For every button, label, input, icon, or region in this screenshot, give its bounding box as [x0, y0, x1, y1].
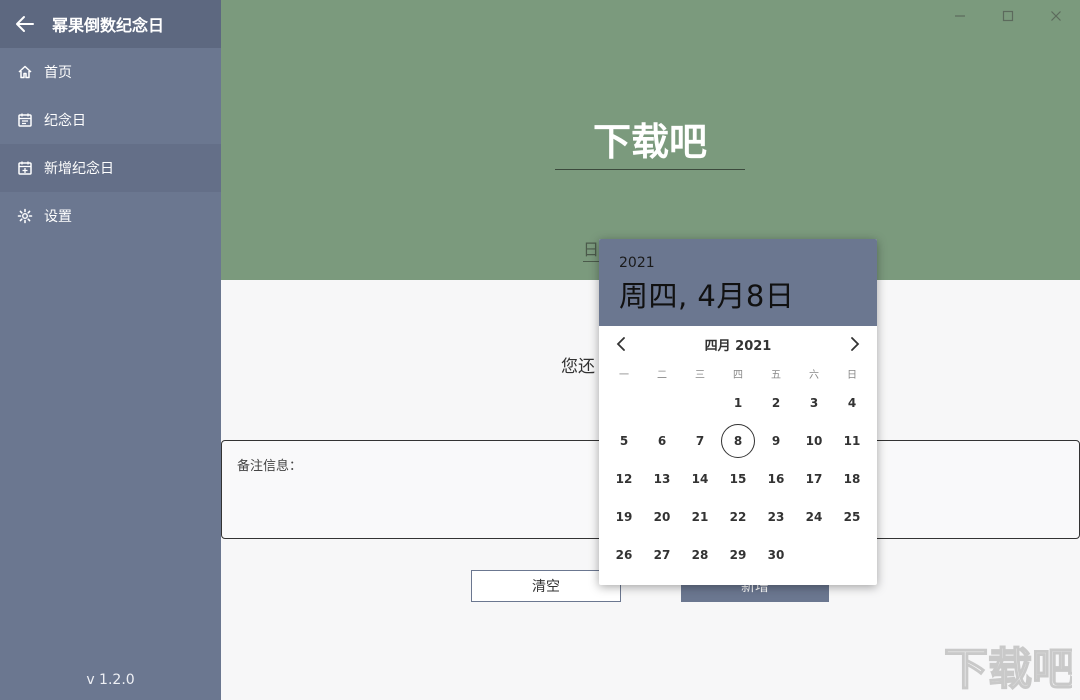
chevron-right-icon — [851, 337, 860, 351]
calendar-day[interactable]: 12 — [605, 460, 643, 498]
sidebar-item-add-anniversary[interactable]: 新增纪念日 — [0, 144, 221, 192]
sidebar-item-home[interactable]: 首页 — [0, 48, 221, 96]
calendar-blank-cell — [681, 384, 719, 422]
calendar-day[interactable]: 13 — [643, 460, 681, 498]
svg-text:下载吧: 下载吧 — [944, 644, 1072, 695]
maximize-icon — [1002, 10, 1014, 22]
minimize-button[interactable] — [936, 0, 984, 32]
weekday-label: 五 — [771, 369, 781, 381]
calendar-days-grid: 1 2 3 4 5 6 7 8 9 10 11 12 13 14 15 16 17 18 19 20 21 22 23 24 2… — [599, 384, 877, 574]
anniversary-name-input[interactable]: 下载吧 — [555, 118, 745, 170]
weekday-header: 一二三四五六日 — [599, 362, 877, 384]
window-controls — [936, 0, 1080, 32]
close-button[interactable] — [1032, 0, 1080, 32]
watermark-logo: 下载吧 — [942, 636, 1077, 696]
weekday-label: 一 — [619, 369, 629, 381]
calendar-day[interactable]: 18 — [833, 460, 871, 498]
calendar-day[interactable]: 30 — [757, 536, 795, 574]
calendar-day[interactable]: 26 — [605, 536, 643, 574]
app-title: 幂果倒数纪念日 — [52, 16, 165, 35]
sidebar-header: 幂果倒数纪念日 — [0, 0, 221, 48]
picker-year[interactable]: 2021 — [619, 255, 877, 271]
sidebar-item-settings[interactable]: 设置 — [0, 192, 221, 240]
calendar-day[interactable]: 20 — [643, 498, 681, 536]
back-arrow-icon[interactable] — [14, 13, 36, 35]
sidebar-nav: 首页 纪念日 新增纪念日 设置 — [0, 48, 221, 240]
calendar-day[interactable]: 10 — [795, 422, 833, 460]
minimize-icon — [955, 15, 965, 17]
calendar-day[interactable]: 11 — [833, 422, 871, 460]
chevron-left-icon — [616, 337, 625, 351]
sidebar-item-anniversaries[interactable]: 纪念日 — [0, 96, 221, 144]
notes-label: 备注信息： — [237, 459, 303, 474]
calendar-day[interactable]: 24 — [795, 498, 833, 536]
date-picker-popup: 2021 周四, 4月8日 四月 2021 一二三四五六日 1234567891… — [599, 239, 877, 585]
calendar-day[interactable]: 29 — [719, 536, 757, 574]
calendar-day[interactable]: 5 — [605, 422, 643, 460]
prev-month-button[interactable] — [613, 336, 629, 352]
calendar-day[interactable]: 1 — [719, 384, 757, 422]
calendar-day[interactable]: 4 — [833, 384, 871, 422]
calendar-blank-cell — [605, 384, 643, 422]
calendar-icon — [16, 111, 34, 129]
close-icon — [1051, 11, 1061, 21]
weekday-label: 四 — [733, 369, 743, 381]
weekday-label: 日 — [847, 369, 857, 381]
hero-header: 下载吧 日期 — [221, 0, 1080, 280]
weekday-label: 三 — [695, 369, 705, 381]
calendar-day[interactable]: 3 — [795, 384, 833, 422]
calendar-day[interactable]: 2 — [757, 384, 795, 422]
gear-icon — [16, 207, 34, 225]
home-icon — [16, 63, 34, 81]
calendar-day[interactable]: 7 — [681, 422, 719, 460]
sidebar-item-label: 纪念日 — [44, 113, 86, 129]
calendar-day[interactable]: 21 — [681, 498, 719, 536]
calendar-day[interactable]: 28 — [681, 536, 719, 574]
picker-selected-date: 周四, 4月8日 — [619, 279, 795, 313]
calendar-day[interactable]: 23 — [757, 498, 795, 536]
calendar-day[interactable]: 14 — [681, 460, 719, 498]
calendar-day[interactable]: 22 — [719, 498, 757, 536]
calendar-blank-cell — [643, 384, 681, 422]
next-month-button[interactable] — [847, 336, 863, 352]
calendar-day[interactable]: 9 — [757, 422, 795, 460]
calendar-day-selected[interactable]: 8 — [719, 422, 757, 460]
month-navigation: 四月 2021 — [599, 326, 877, 362]
calendar-day[interactable]: 6 — [643, 422, 681, 460]
calendar-day[interactable]: 16 — [757, 460, 795, 498]
date-picker-header: 2021 周四, 4月8日 — [599, 239, 877, 326]
sidebar: 幂果倒数纪念日 首页 纪念日 新增纪念日 设置 v 1.2.0 — [0, 0, 221, 700]
weekday-label: 二 — [657, 369, 667, 381]
calendar-day[interactable]: 25 — [833, 498, 871, 536]
calendar-day[interactable]: 27 — [643, 536, 681, 574]
version-label: v 1.2.0 — [86, 672, 135, 688]
calendar-add-icon — [16, 159, 34, 177]
sidebar-item-label: 首页 — [44, 65, 72, 81]
calendar-day[interactable]: 17 — [795, 460, 833, 498]
calendar-day[interactable]: 15 — [719, 460, 757, 498]
sidebar-item-label: 设置 — [44, 209, 72, 225]
sidebar-item-label: 新增纪念日 — [44, 161, 114, 177]
countdown-hint: 您还 — [561, 357, 595, 377]
month-label: 四月 2021 — [704, 338, 772, 354]
weekday-label: 六 — [809, 369, 819, 381]
calendar-day[interactable]: 19 — [605, 498, 643, 536]
maximize-button[interactable] — [984, 0, 1032, 32]
